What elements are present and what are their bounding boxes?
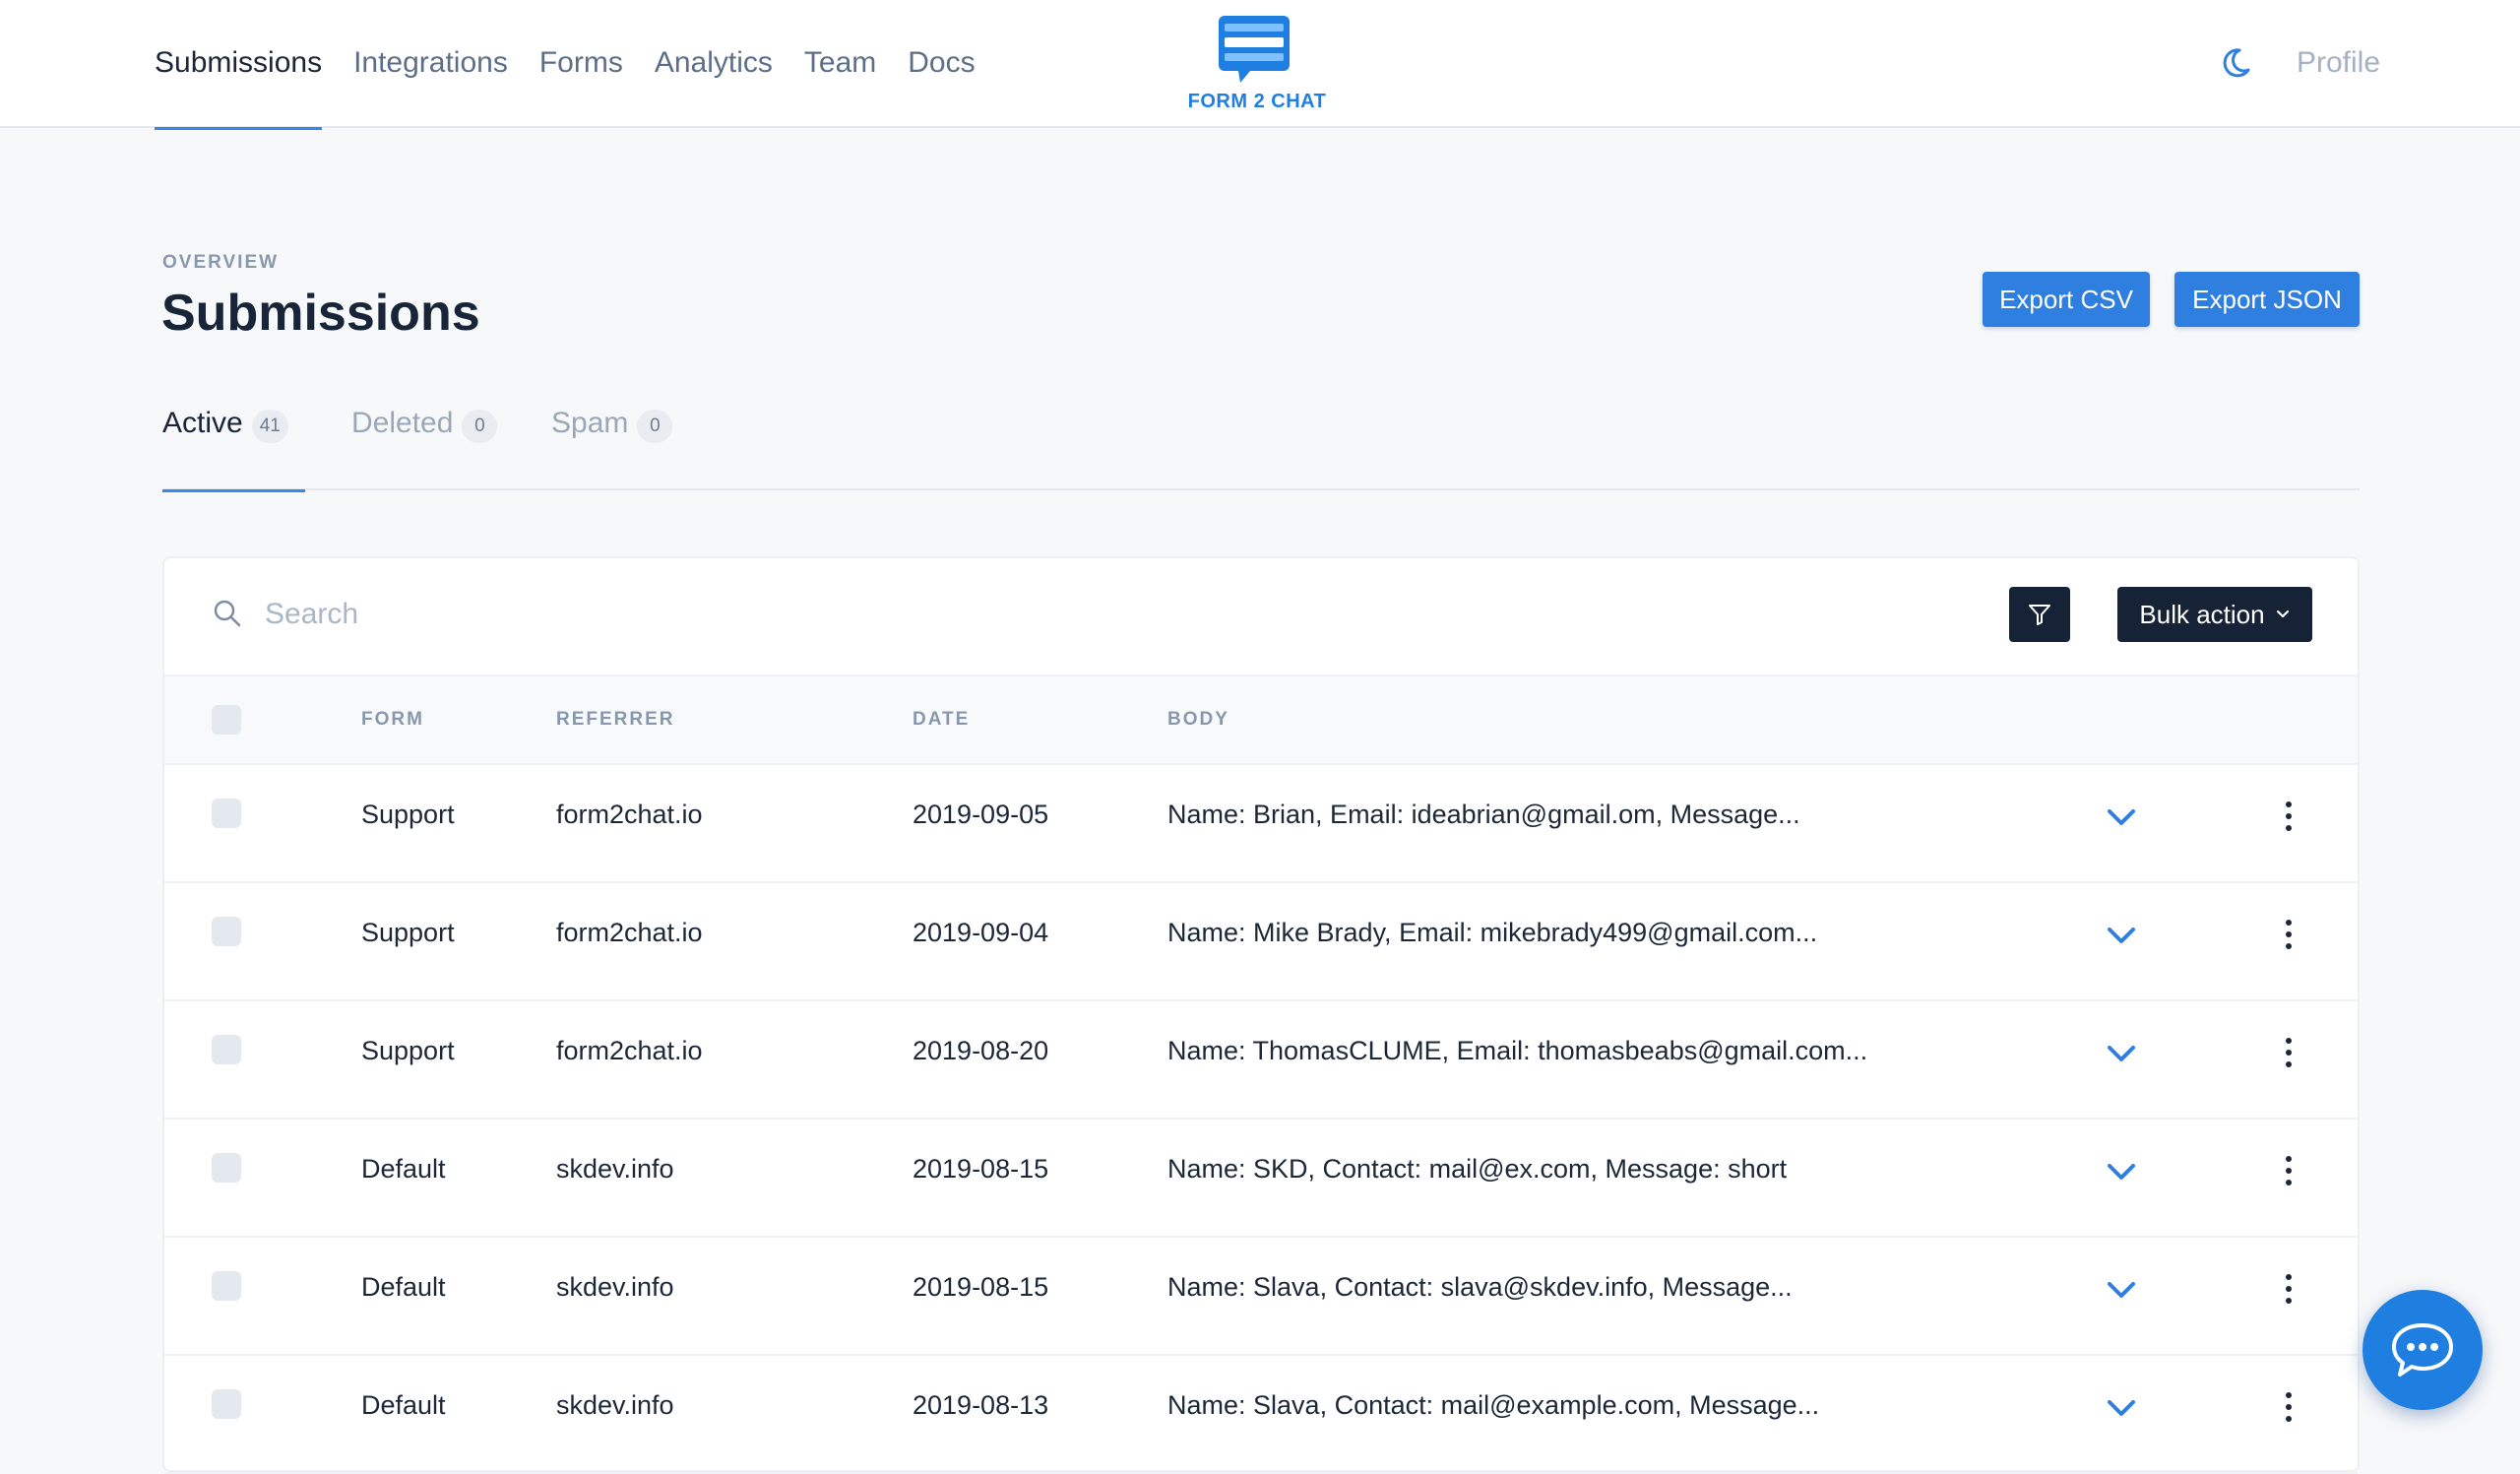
select-all-checkbox[interactable] (212, 705, 241, 735)
row-checkbox[interactable] (212, 1389, 241, 1419)
cell-body: Name: Mike Brady, Email: mikebrady499@gm… (1167, 918, 1818, 947)
cell-referrer: form2chat.io (556, 800, 703, 829)
cell-form: Support (361, 918, 455, 947)
chevron-down-icon[interactable] (2104, 1275, 2139, 1305)
cell-date: 2019-08-13 (913, 1390, 1049, 1420)
chevron-down-icon[interactable] (2104, 802, 2139, 832)
page-title: Submissions (161, 285, 480, 342)
cell-referrer: skdev.info (556, 1390, 674, 1420)
more-vertical-icon[interactable] (2279, 1387, 2299, 1427)
profile-link[interactable]: Profile (2297, 43, 2380, 83)
cell-body: Name: Slava, Contact: mail@example.com, … (1167, 1390, 1820, 1420)
cell-date: 2019-08-15 (913, 1272, 1049, 1302)
column-header-date[interactable]: DATE (913, 676, 970, 763)
cell-body: Name: ThomasCLUME, Email: thomasbeabs@gm… (1167, 1036, 1868, 1065)
chat-bubble-icon (2392, 1323, 2453, 1377)
row-checkbox[interactable] (212, 1153, 241, 1183)
chevron-down-icon[interactable] (2104, 1393, 2139, 1423)
bulk-action-label: Bulk action (2139, 600, 2265, 629)
row-checkbox[interactable] (212, 1035, 241, 1064)
chevron-down-icon (2276, 609, 2289, 618)
chevron-down-icon[interactable] (2104, 921, 2139, 950)
cell-date: 2019-09-05 (913, 800, 1049, 829)
cell-body: Name: Brian, Email: ideabrian@gmail.om, … (1167, 800, 1800, 829)
cell-referrer: form2chat.io (556, 918, 703, 947)
cell-form: Default (361, 1390, 446, 1420)
cell-form: Support (361, 1036, 455, 1065)
submission-tabs: Active 41 Deleted 0 Spam 0 (162, 390, 2360, 492)
moon-icon[interactable] (2221, 43, 2260, 83)
table-row[interactable]: Support form2chat.io 2019-09-05 Name: Br… (164, 765, 2358, 883)
logo-icon (1219, 16, 1290, 83)
cell-referrer: form2chat.io (556, 1036, 703, 1065)
cell-referrer: skdev.info (556, 1154, 674, 1184)
submissions-card: Bulk action FORM REFERRER DATE BODY Supp… (162, 556, 2360, 1474)
nav-item-integrations[interactable]: Integrations (353, 0, 508, 128)
main-nav: Submissions Integrations Forms Analytics… (155, 0, 1007, 130)
column-header-referrer[interactable]: REFERRER (556, 676, 675, 763)
cell-date: 2019-08-20 (913, 1036, 1049, 1065)
tab-label: Deleted (351, 407, 454, 439)
tab-label: Active (162, 407, 243, 439)
top-navbar: Submissions Integrations Forms Analytics… (0, 0, 2520, 130)
nav-item-docs[interactable]: Docs (908, 0, 975, 128)
column-header-body[interactable]: BODY (1167, 676, 1229, 763)
nav-item-team[interactable]: Team (804, 0, 876, 128)
table-row[interactable]: Default skdev.info 2019-08-15 Name: Slav… (164, 1238, 2358, 1356)
chevron-down-icon[interactable] (2104, 1039, 2139, 1068)
more-vertical-icon[interactable] (2279, 1269, 2299, 1309)
chevron-down-icon[interactable] (2104, 1157, 2139, 1186)
nav-item-submissions[interactable]: Submissions (155, 0, 323, 130)
logo-text: FORM 2 CHAT (1187, 91, 1327, 112)
cell-form: Support (361, 800, 455, 829)
export-json-button[interactable]: Export JSON (2174, 272, 2360, 327)
table-header: FORM REFERRER DATE BODY (164, 674, 2358, 765)
row-checkbox[interactable] (212, 1271, 241, 1301)
tab-deleted[interactable]: Deleted 0 (351, 390, 509, 490)
filter-icon (2029, 605, 2050, 625)
cell-date: 2019-09-04 (913, 918, 1049, 947)
more-vertical-icon[interactable] (2279, 915, 2299, 954)
table-row[interactable]: Support form2chat.io 2019-08-20 Name: Th… (164, 1001, 2358, 1120)
cell-referrer: skdev.info (556, 1272, 674, 1302)
cell-form: Default (361, 1272, 446, 1302)
form2chat-logo[interactable]: FORM 2 CHAT (1181, 14, 1333, 116)
nav-item-forms[interactable]: Forms (539, 0, 623, 128)
filter-button[interactable] (2009, 587, 2070, 642)
cell-body: Name: SKD, Contact: mail@ex.com, Message… (1167, 1154, 1788, 1184)
tab-active[interactable]: Active 41 (162, 390, 305, 492)
count-badge: 0 (462, 410, 498, 443)
export-csv-button[interactable]: Export CSV (1983, 272, 2150, 327)
more-vertical-icon[interactable] (2279, 797, 2299, 836)
tab-label: Spam (551, 407, 629, 439)
table-row[interactable]: Default skdev.info 2019-08-15 Name: SKD,… (164, 1120, 2358, 1238)
bulk-action-button[interactable]: Bulk action (2117, 587, 2312, 642)
cell-form: Default (361, 1154, 446, 1184)
row-checkbox[interactable] (212, 917, 241, 946)
table-row[interactable]: Support form2chat.io 2019-09-04 Name: Mi… (164, 883, 2358, 1001)
nav-item-analytics[interactable]: Analytics (655, 0, 773, 128)
table-row[interactable]: Default skdev.info 2019-08-13 Name: Slav… (164, 1356, 2358, 1474)
chat-widget-button[interactable] (2362, 1290, 2483, 1410)
page-overline: OVERVIEW (162, 252, 280, 273)
more-vertical-icon[interactable] (2279, 1033, 2299, 1072)
count-badge: 0 (637, 410, 673, 443)
row-checkbox[interactable] (212, 799, 241, 828)
cell-body: Name: Slava, Contact: slava@skdev.info, … (1167, 1272, 1793, 1302)
column-header-form[interactable]: FORM (361, 676, 424, 763)
more-vertical-icon[interactable] (2279, 1151, 2299, 1190)
search-input[interactable] (263, 588, 1448, 641)
tab-spam[interactable]: Spam 0 (551, 390, 689, 490)
search-icon (214, 600, 241, 627)
count-badge: 41 (251, 410, 288, 443)
cell-date: 2019-08-15 (913, 1154, 1049, 1184)
